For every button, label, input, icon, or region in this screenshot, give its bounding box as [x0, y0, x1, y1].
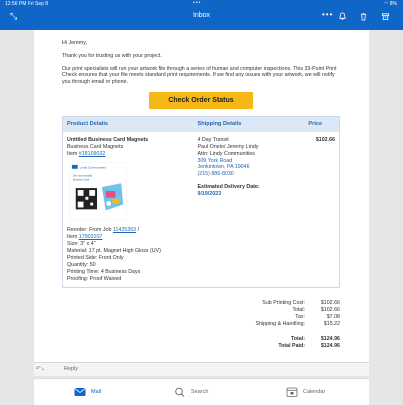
totals-row: Sub Printing Cost: $102.66 [62, 300, 340, 307]
price-cell: $102.66 [315, 136, 335, 143]
product-size: Size: 3" x 4" [67, 241, 96, 248]
totals-row: Total: $102.66 [62, 307, 340, 314]
totals-value: $124.96 [320, 335, 340, 342]
status-bar: 12:56 PM Fri Sep 8 ••• ◠ 8% [0, 0, 403, 8]
bell-icon[interactable] [338, 12, 347, 21]
product-details-cell: Untitled Business Card Magnets Business … [63, 132, 194, 288]
shipping-details-header: Shipping Details [193, 116, 292, 132]
more-options-button[interactable]: ••• [322, 10, 333, 19]
greeting: Hi Jeremy, [62, 40, 87, 46]
calendar-icon [286, 387, 298, 397]
item-number-link[interactable]: #18109032 [79, 151, 106, 157]
mail-icon [74, 388, 86, 396]
app-bar: ⤡ Inbox ••• [0, 8, 403, 30]
delivery-label: Estimated Delivery Date: [197, 184, 260, 191]
product-proofing: Proofing: Proof Waived [67, 275, 122, 282]
trash-icon[interactable] [359, 12, 368, 21]
shipping-method: 4 Day Transit [197, 136, 229, 143]
totals-value: $124.96 [320, 342, 340, 349]
shipping-city[interactable]: Jenkintown, PA 19046 [198, 164, 288, 171]
reorder-job-link[interactable]: 11425363 [113, 227, 136, 233]
order-totals: Sub Printing Cost: $102.66 Total: $102.66 Ta… [62, 300, 340, 349]
order-table: Product Details Shipping Details Price U… [62, 115, 340, 289]
product-material: Material: 17 pt. Magnet High Gloss (UV) [67, 248, 161, 255]
totals-row: Shipping & Handling: $15.22 [62, 321, 340, 328]
product-item: Item #18109032 [67, 150, 106, 157]
thumbnail-line-2: Business Card [73, 178, 90, 181]
totals-value: $15.22 [323, 321, 340, 328]
totals-row: Total Paid: $124.96 [62, 343, 340, 350]
shipping-street[interactable]: 309 York Road [198, 158, 288, 165]
product-details-header: Product Details [62, 116, 194, 132]
shipping-details-cell: 4 Day Transit Paul Oneto/ Jeremy Lindy A… [194, 132, 292, 288]
shipping-phone[interactable]: (215) 886-8030 [198, 171, 288, 178]
reorder-item-link[interactable]: 17903107 [79, 234, 103, 240]
email-body: Hi Jeremy, Thank you for trusting us wit… [34, 30, 369, 362]
nav-calendar-label: Calendar [303, 389, 326, 395]
status-right: ◠ 8% [384, 1, 397, 7]
nav-search-label: Search [191, 389, 209, 395]
reorder-item-line: Item 17903107 [67, 234, 103, 241]
product-type: Business Card Magnets [67, 143, 124, 150]
totals-value: $102.66 [320, 307, 340, 314]
check-order-status-button[interactable]: Check Order Status [149, 91, 253, 109]
intro-paragraph: Our print specialists will run your artw… [62, 65, 337, 86]
shipping-attn: Attn: Lindy Communities [197, 150, 255, 157]
product-thumbnail: Lindy Communities Get more broadly Busin… [68, 161, 128, 220]
shipping-name: Paul Oneto/ Jeremy Lindy [197, 143, 259, 150]
status-time: 12:56 PM Fri Sep 8 [5, 1, 49, 7]
reply-label[interactable]: Reply [64, 366, 78, 372]
reorder-line: Reorder: From Job 11425363 / [67, 227, 140, 234]
nav-calendar[interactable]: Calendar [286, 387, 325, 397]
totals-label: Total: [292, 307, 305, 314]
totals-label: Tax: [295, 314, 305, 321]
battery-level: 8% [389, 1, 397, 7]
reply-icon[interactable]: ↶⌄ [36, 366, 45, 372]
email-content: Hi Jeremy, Thank you for trusting us wit… [62, 40, 340, 350]
totals-label: Total Paid: [278, 342, 305, 349]
product-printed-side: Printed Side: Front Only [67, 254, 124, 261]
totals-row: Total: $124.96 [62, 336, 340, 343]
bottom-nav: Mail Search Calendar [34, 378, 369, 405]
reply-bar[interactable]: ↶⌄ Reply [34, 362, 369, 376]
totals-value: $102.66 [320, 300, 340, 307]
totals-row: Tax: $7.08 [62, 314, 340, 321]
wifi-icon: ◠ [384, 1, 389, 7]
product-printing-time: Printing Time: 4 Business Days [67, 268, 141, 275]
totals-label: Shipping & Handling: [255, 321, 305, 328]
thumbnail-line-1: Get more broadly [73, 174, 93, 177]
delivery-date: 9/19/2023 [197, 191, 222, 198]
status-dots: ••• [193, 0, 202, 6]
thanks-line: Thank you for trusting us with your proj… [62, 52, 162, 59]
search-icon [175, 387, 185, 397]
nav-mail[interactable]: Mail [74, 387, 101, 397]
product-name: Untitled Business Card Magnets [67, 136, 149, 143]
nav-mail-label: Mail [91, 389, 102, 395]
totals-value: $7.08 [326, 314, 340, 321]
archive-icon[interactable] [381, 12, 390, 21]
totals-label: Sub Printing Cost: [262, 300, 305, 307]
nav-search[interactable]: Search [174, 387, 208, 397]
thumbnail-logo-text: Lindy Communities [80, 165, 107, 169]
product-quantity: Quantity: 50 [67, 261, 96, 268]
totals-label: Total: [290, 335, 305, 342]
price-header: Price [291, 116, 340, 132]
